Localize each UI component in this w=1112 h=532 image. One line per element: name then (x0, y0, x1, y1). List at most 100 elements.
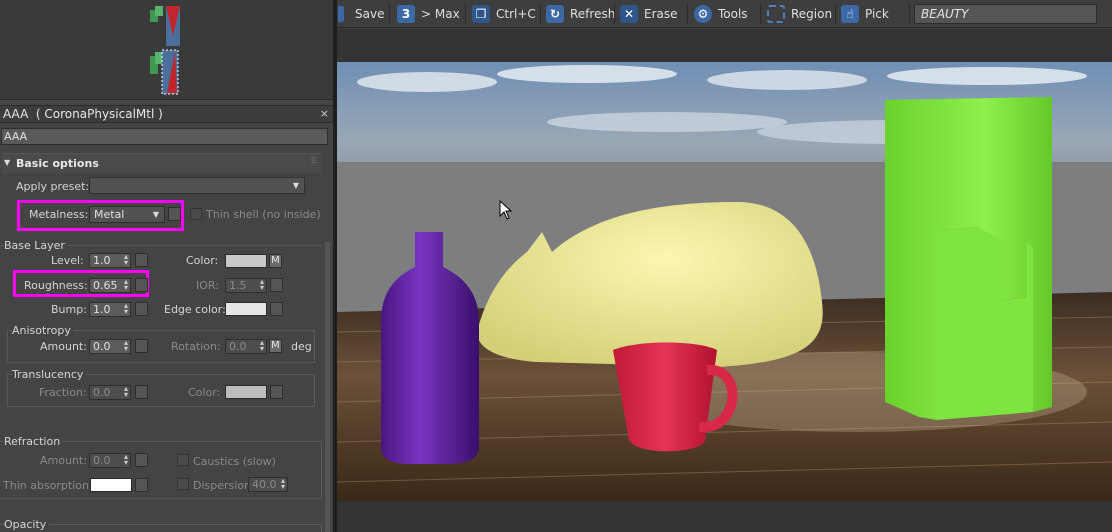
refraction-title: Refraction (4, 435, 64, 448)
toolbar-separator (687, 4, 688, 24)
to-max-button[interactable]: 3 > Max (397, 3, 460, 25)
spinner-arrows-icon[interactable]: ▴ ▾ (124, 385, 128, 399)
roughness-value: 0.65 (93, 279, 118, 292)
spinner-arrows-icon[interactable]: ▴ ▾ (260, 278, 264, 292)
fraction-label: Fraction: (39, 386, 87, 399)
base-layer-title: Base Layer (4, 239, 68, 252)
save-icon (337, 5, 345, 23)
rendered-scene (337, 62, 1112, 501)
map-node-icon[interactable] (155, 6, 163, 16)
thin-absorption-label: Thin absorption: (3, 479, 93, 492)
max-icon: 3 (397, 5, 415, 23)
chevron-down-icon: ▼ (152, 210, 159, 219)
material-editor-panel: AAA ( CoronaPhysicalMtl ) × AAA ▼ Basic … (0, 0, 333, 532)
refraction-amount-value: 0.0 (93, 454, 111, 467)
metalness-dropdown[interactable]: Metal ▼ (89, 206, 165, 223)
base-color-swatch[interactable] (225, 254, 267, 268)
refraction-map-button[interactable] (135, 453, 148, 467)
anisotropy-amount-spinner[interactable]: 0.0 ▴ ▾ (89, 339, 131, 354)
spinner-arrows-icon[interactable]: ▴ ▾ (124, 253, 128, 267)
material-node-icon[interactable] (161, 49, 179, 95)
spinner-arrows-icon[interactable]: ▴ ▾ (281, 477, 285, 491)
toolbar-separator (465, 4, 466, 24)
thin-absorption-swatch[interactable] (90, 478, 132, 492)
metalness-map-button[interactable] (168, 207, 181, 221)
ior-map-button[interactable] (270, 278, 283, 292)
toolbar-separator (389, 4, 390, 24)
chevron-down-icon: ▼ (292, 181, 299, 190)
node-graph-view[interactable] (0, 0, 333, 100)
render-channel-select[interactable]: BEAUTY (914, 4, 1097, 24)
refraction-amount-spinner[interactable]: 0.0 ▴ ▾ (89, 453, 131, 468)
refresh-label: Refresh (570, 7, 616, 21)
toolbar-separator (760, 4, 761, 24)
material-node-icon[interactable] (166, 6, 180, 46)
material-name-field[interactable]: AAA (1, 128, 328, 145)
rotation-spinner[interactable]: 0.0 ▴ ▾ (225, 339, 267, 354)
fraction-spinner[interactable]: 0.0 ▴ ▾ (89, 385, 131, 400)
level-spinner[interactable]: 1.0 ▴ ▾ (89, 253, 131, 268)
refraction-amount-label: Amount: (40, 454, 87, 467)
translucency-color-swatch[interactable] (225, 385, 267, 399)
panel-scrollbar[interactable] (325, 242, 330, 532)
bump-spinner[interactable]: 1.0 ▴ ▾ (89, 302, 131, 317)
anisotropy-map-button[interactable] (135, 339, 148, 353)
erase-label: Erase (644, 7, 678, 21)
grip-icon[interactable]: ⠿ (310, 157, 317, 167)
copy-icon: ❐ (472, 5, 490, 23)
edge-color-swatch[interactable] (225, 302, 267, 316)
thin-shell-checkbox[interactable] (190, 208, 202, 220)
apply-preset-label: Apply preset: (16, 180, 90, 193)
translucency-title: Translucency (12, 368, 87, 381)
refresh-button[interactable]: ↻ Refresh (546, 3, 615, 25)
region-label: Region (791, 7, 833, 21)
roughness-map-button[interactable] (135, 278, 148, 292)
level-value: 1.0 (93, 254, 111, 267)
bump-value: 1.0 (93, 303, 111, 316)
dispersion-spinner[interactable]: 40.0 ▴ ▾ (248, 477, 288, 492)
edge-color-map-button[interactable] (270, 302, 283, 316)
close-icon[interactable]: × (320, 107, 329, 120)
anisotropy-amount-label: Amount: (40, 340, 87, 353)
copy-button[interactable]: ❐ Ctrl+C (472, 3, 536, 25)
erase-icon: ✕ (620, 5, 638, 23)
caustics-checkbox[interactable] (177, 454, 189, 466)
anisotropy-amount-value: 0.0 (93, 340, 111, 353)
roughness-spinner[interactable]: 0.65 ▴ ▾ (89, 278, 131, 293)
collapse-triangle-icon[interactable]: ▼ (4, 158, 10, 167)
pick-button[interactable]: ☝ Pick (841, 3, 889, 25)
save-button[interactable]: Save (337, 3, 384, 25)
rotation-unit: deg (291, 340, 312, 353)
pick-label: Pick (865, 7, 889, 21)
rollout-basic-options[interactable]: ▼ Basic options ⠿ (1, 153, 321, 173)
translucency-color-map-button[interactable] (270, 385, 283, 399)
ior-spinner[interactable]: 1.5 ▴ ▾ (225, 278, 267, 293)
region-button[interactable]: Region (767, 3, 832, 25)
dispersion-checkbox[interactable] (177, 478, 189, 490)
spinner-arrows-icon[interactable]: ▴ ▾ (124, 278, 128, 292)
vfb-top-margin (337, 29, 1112, 62)
spinner-arrows-icon[interactable]: ▴ ▾ (260, 339, 264, 353)
vfb-toolbar: Save 3 > Max ❐ Ctrl+C ↻ Refresh ✕ Erase … (337, 0, 1112, 28)
region-icon (767, 5, 785, 23)
erase-button[interactable]: ✕ Erase (620, 3, 678, 25)
spinner-arrows-icon[interactable]: ▴ ▾ (124, 302, 128, 316)
spinner-arrows-icon[interactable]: ▴ ▾ (124, 453, 128, 467)
color-map-button[interactable]: M (269, 254, 282, 268)
tools-button[interactable]: ⚙ Tools (694, 3, 748, 25)
render-image[interactable] (337, 62, 1112, 501)
edge-color-label: Edge color: (164, 303, 226, 316)
thin-absorption-map-button[interactable] (135, 478, 148, 492)
tools-label: Tools (718, 7, 748, 21)
apply-preset-dropdown[interactable]: ▼ (89, 177, 305, 194)
rollout-title: Basic options (16, 157, 99, 170)
caustics-label: Caustics (slow) (193, 455, 276, 468)
rotation-map-button[interactable]: M (269, 339, 282, 353)
save-label: Save (355, 7, 385, 21)
thin-shell-label: Thin shell (no inside) (206, 208, 321, 221)
bump-map-button[interactable] (135, 302, 148, 316)
fraction-map-button[interactable] (135, 385, 148, 399)
rotation-label: Rotation: (171, 340, 221, 353)
level-map-button[interactable] (135, 253, 148, 267)
spinner-arrows-icon[interactable]: ▴ ▾ (124, 339, 128, 353)
